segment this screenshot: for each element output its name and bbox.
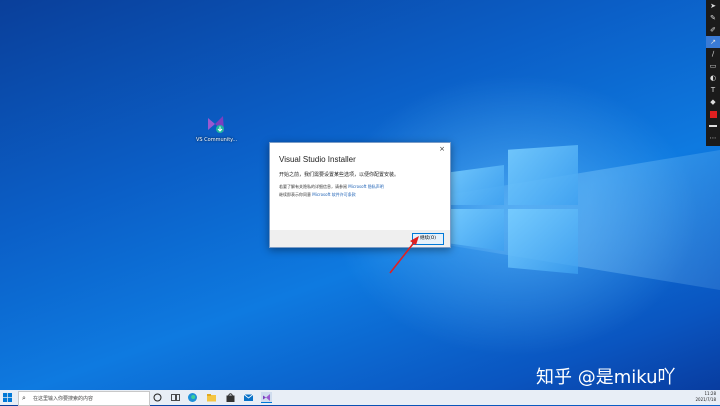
more-options-icon[interactable]: ⋯ xyxy=(706,132,720,144)
store-icon[interactable] xyxy=(225,392,236,403)
logo-pane-br xyxy=(508,209,578,274)
brush-icon[interactable]: ✐ xyxy=(706,24,720,36)
privacy-line: 若要了解有关隐私的详细信息，请参阅 Microsoft 隐私声明 xyxy=(279,184,384,190)
text-tool-icon[interactable]: T xyxy=(706,84,720,96)
clock-date: 2021/7/18 xyxy=(695,397,716,402)
annotation-arrow-icon xyxy=(389,236,419,274)
arrow-tool-icon[interactable]: ↗ xyxy=(706,36,720,48)
edge-browser-icon[interactable] xyxy=(187,392,198,403)
desktop-icon-vs-installer[interactable]: VS Community... xyxy=(196,113,238,143)
cursor-icon[interactable]: ➤ xyxy=(706,0,720,12)
windows-start-icon[interactable] xyxy=(3,393,12,402)
desktop-icon-label: VS Community... xyxy=(196,137,238,143)
license-text: 继续即表示你同意 xyxy=(279,192,311,197)
license-link[interactable]: Microsoft 软件许可条款 xyxy=(312,192,355,197)
dialog-title: Visual Studio Installer xyxy=(279,155,356,164)
taskbar-search-box[interactable]: ⌕ 在这里输入你要搜索的内容 xyxy=(18,391,150,406)
eraser-icon[interactable]: ◆ xyxy=(706,96,720,108)
task-view-icon[interactable] xyxy=(170,392,181,403)
visual-studio-taskbar-icon[interactable] xyxy=(261,392,272,403)
privacy-link[interactable]: Microsoft 隐私声明 xyxy=(348,184,383,189)
fill-tool-icon[interactable]: ◐ xyxy=(706,72,720,84)
mail-icon[interactable] xyxy=(243,392,254,403)
logo-pane-tr xyxy=(508,145,578,205)
watermark-text: 知乎 @是miku吖 xyxy=(536,367,676,388)
privacy-text: 若要了解有关隐私的详细信息，请参阅 xyxy=(279,184,347,189)
visual-studio-icon xyxy=(205,113,227,135)
search-icon: ⌕ xyxy=(22,394,26,402)
logo-pane-tl xyxy=(450,165,504,205)
annotation-toolbar: ➤ ✎ ✐ ↗ ∕ ▭ ◐ T ◆ ⋯ xyxy=(706,0,720,146)
search-placeholder: 在这里输入你要搜索的内容 xyxy=(33,396,94,402)
rectangle-tool-icon[interactable]: ▭ xyxy=(706,60,720,72)
taskbar: ⌕ 在这里输入你要搜索的内容 11:28 2021/7/18 xyxy=(0,390,720,406)
cortana-icon[interactable] xyxy=(152,392,163,403)
close-icon[interactable]: × xyxy=(437,144,447,154)
file-explorer-icon[interactable] xyxy=(206,392,217,403)
dialog-intro-text: 开始之前，我们需要设置某些选项，以便你配置安装。 xyxy=(279,172,400,178)
stroke-width-icon[interactable] xyxy=(706,120,720,132)
line-tool-icon[interactable]: ∕ xyxy=(706,48,720,60)
system-tray-clock[interactable]: 11:28 2021/7/18 xyxy=(695,391,716,403)
license-line: 继续即表示你同意 Microsoft 软件许可条款 xyxy=(279,192,356,198)
pen-icon[interactable]: ✎ xyxy=(706,12,720,24)
color-swatch-icon[interactable] xyxy=(706,108,720,120)
